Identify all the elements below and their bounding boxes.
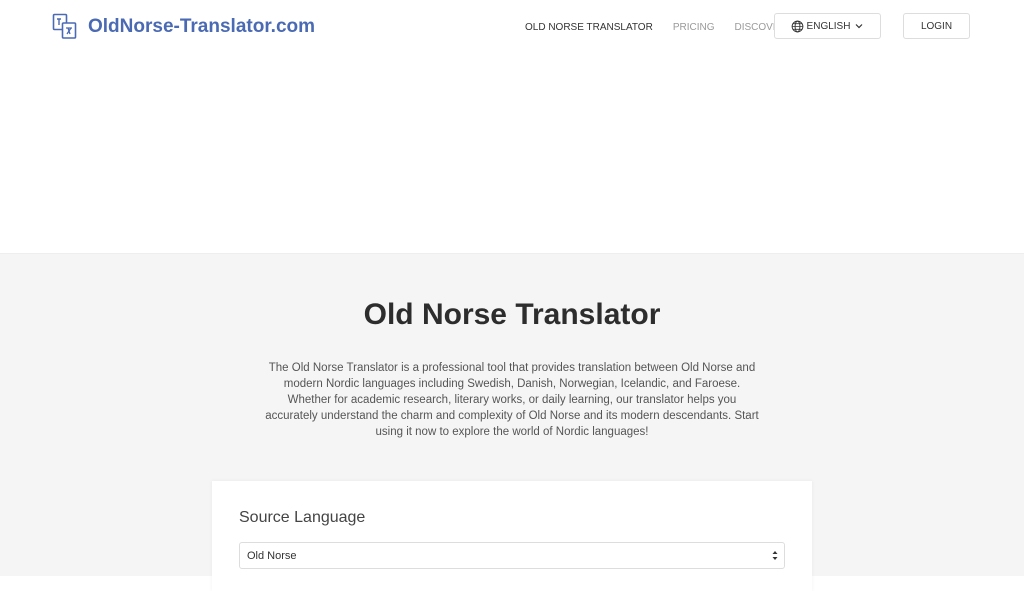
page-description: The Old Norse Translator is a profession… xyxy=(265,362,759,438)
language-selector-button[interactable]: ENGLISH xyxy=(774,13,881,39)
select-arrows-icon xyxy=(772,551,778,560)
logo-text: OldNorse-Translator.com xyxy=(88,15,316,37)
site-header: OldNorse-Translator.com OLD NORSE TRANSL… xyxy=(0,0,1024,54)
site-logo[interactable]: OldNorse-Translator.com xyxy=(52,13,315,40)
language-label: ENGLISH xyxy=(806,20,851,32)
login-button[interactable]: LOGIN xyxy=(903,13,970,39)
nav-pricing[interactable]: PRICING xyxy=(673,22,715,33)
ad-banner-space xyxy=(0,54,1024,254)
source-language-select[interactable]: Old Norse xyxy=(239,542,785,569)
source-language-value: Old Norse xyxy=(247,549,297,562)
nav-old-norse-translator[interactable]: OLD NORSE TRANSLATOR xyxy=(525,22,653,33)
main-nav: OLD NORSE TRANSLATOR PRICING DISCOVER xyxy=(525,0,807,54)
globe-icon xyxy=(791,20,803,32)
main-section: Old Norse Translator The Old Norse Trans… xyxy=(0,254,1024,591)
chevron-down-icon xyxy=(856,24,863,29)
page-title: Old Norse Translator xyxy=(363,298,661,331)
source-language-label: Source Language xyxy=(239,509,366,526)
translate-logo-icon xyxy=(52,13,77,39)
translator-card: Source Language Old Norse xyxy=(212,481,812,591)
